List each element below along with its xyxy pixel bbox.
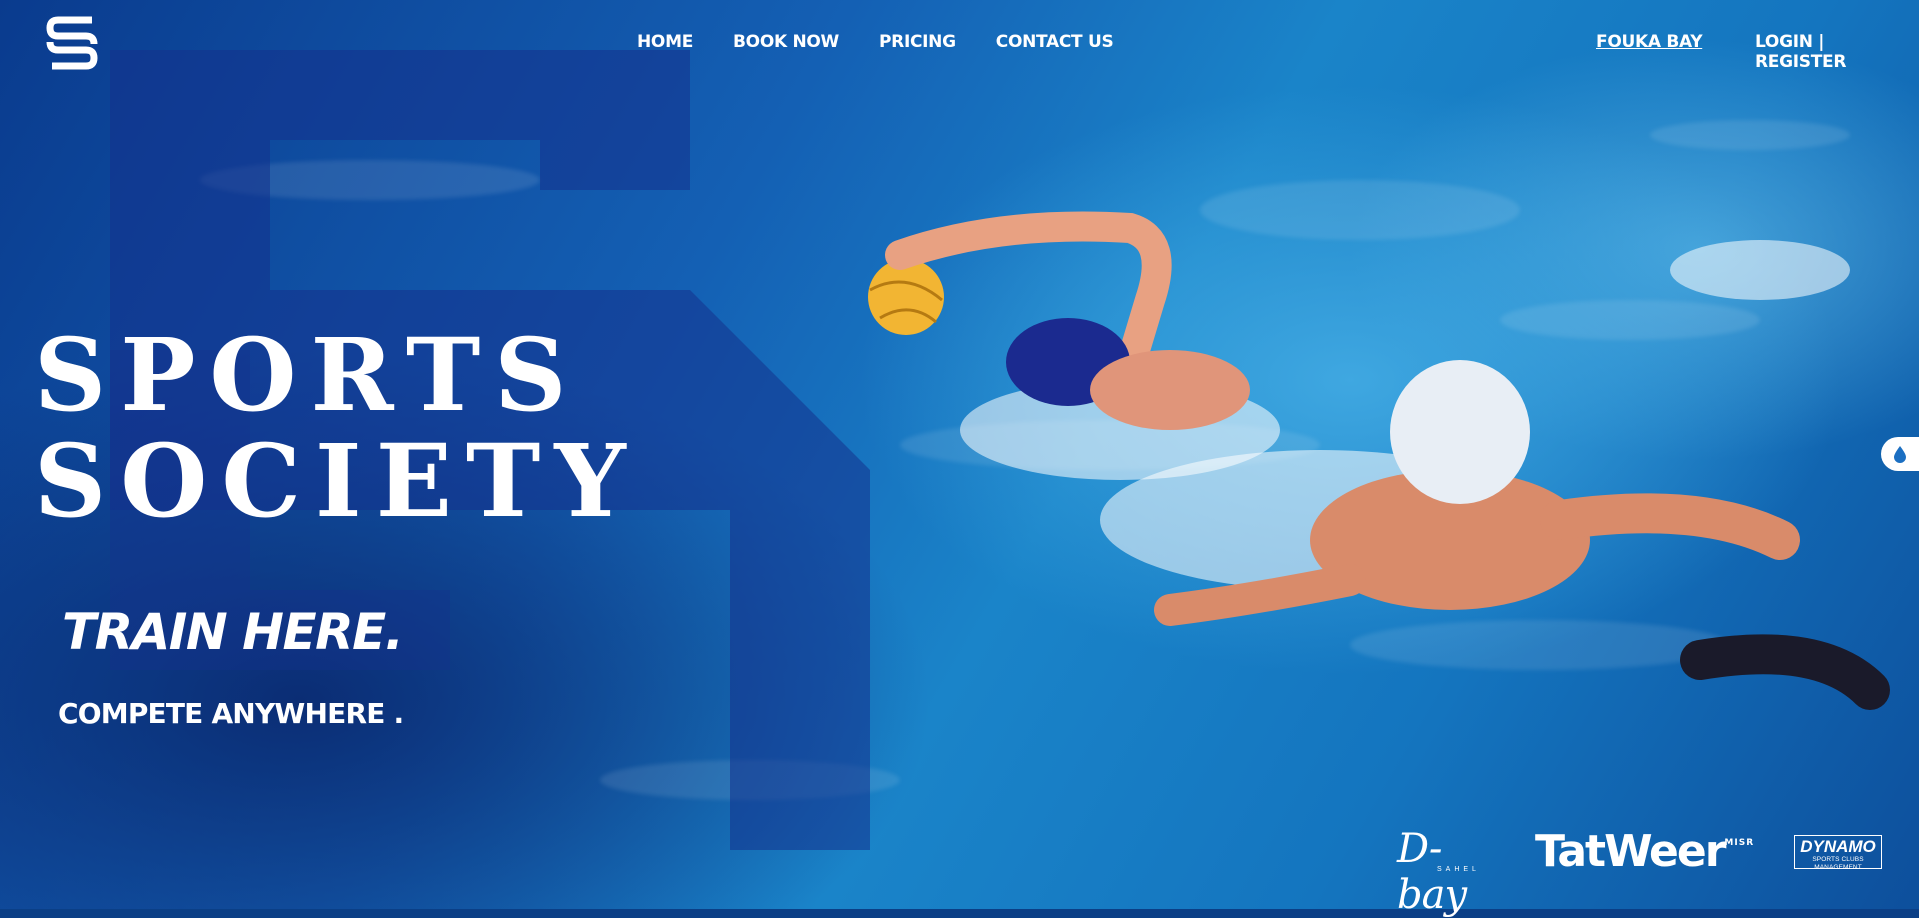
auth-links: LOGIN | REGISTER	[1755, 32, 1919, 72]
side-widget-button[interactable]	[1881, 437, 1919, 471]
tatweer-name: TatWeer	[1535, 826, 1726, 877]
water-drop-icon	[1894, 446, 1906, 463]
hero-title-line2: SOCIETY	[34, 422, 640, 540]
login-link[interactable]: LOGIN	[1755, 32, 1813, 52]
tagline-primary: TRAIN HERE.	[62, 603, 404, 661]
nav-book-now[interactable]: BOOK NOW	[733, 32, 839, 52]
nav-home[interactable]: HOME	[637, 32, 693, 52]
nav-pricing[interactable]: PRICING	[879, 32, 956, 52]
dynamo-name: DYNAMO	[1800, 837, 1876, 856]
hero-title: SPORTS SOCIETY	[34, 322, 640, 534]
sponsor-dynamo-logo: DYNAMO SPORTS CLUBS MANAGEMENT	[1794, 835, 1882, 871]
register-link[interactable]: REGISTER	[1755, 52, 1846, 72]
sponsor-tatweer-logo: TatWeerMISR	[1535, 826, 1754, 877]
auth-separator: |	[1812, 32, 1825, 52]
location-link[interactable]: FOUKA BAY	[1596, 32, 1703, 52]
hero-title-line1: SPORTS	[34, 316, 581, 434]
dynamo-sub: SPORTS CLUBS MANAGEMENT	[1812, 856, 1864, 871]
dbay-sub: SAHEL	[1437, 866, 1480, 873]
tatweer-sub: MISR	[1724, 838, 1755, 848]
nav-contact-us[interactable]: CONTACT US	[996, 32, 1114, 52]
ss-monogram-logo[interactable]	[42, 10, 102, 76]
main-nav: HOME BOOK NOW PRICING CONTACT US	[637, 32, 1153, 52]
sponsor-dbay-logo: D-bay SAHEL	[1393, 822, 1503, 918]
tagline-secondary: COMPETE ANYWHERE .	[58, 697, 404, 730]
